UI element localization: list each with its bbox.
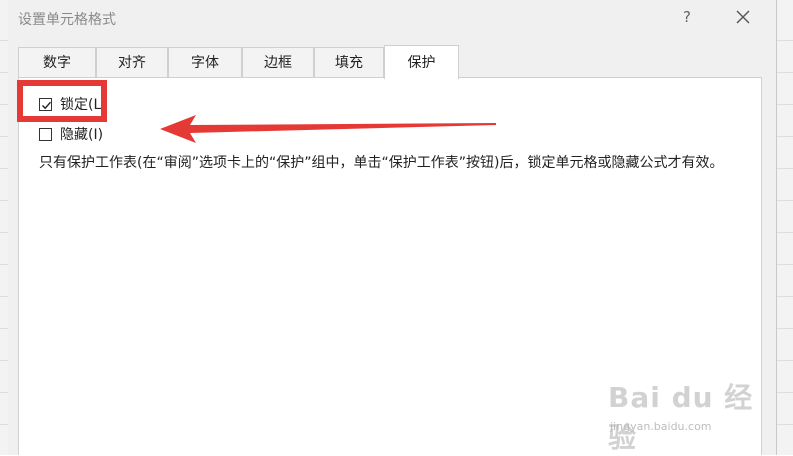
locked-checkbox[interactable]: [39, 97, 52, 111]
tab-protection[interactable]: 保护: [384, 45, 459, 79]
dialog-title: 设置单元格格式: [18, 12, 116, 28]
hidden-label: 隐藏(I): [60, 127, 104, 143]
dialog-titlebar: 设置单元格格式 ?: [8, 0, 776, 36]
locked-label: 锁定(L): [60, 97, 107, 113]
tab-border[interactable]: 边框: [242, 47, 314, 77]
tab-strip: 数字 对齐 字体 边框 填充 保护: [18, 45, 762, 79]
background-sheet-right: [776, 0, 793, 455]
tab-font[interactable]: 字体: [168, 47, 242, 77]
format-cells-dialog: 设置单元格格式 ? 数字 对齐 字体 边框 填充 保护 锁定(L) 隐藏(I) …: [8, 0, 777, 455]
help-button[interactable]: ?: [676, 6, 698, 28]
tab-fill[interactable]: 填充: [314, 47, 384, 77]
tab-alignment[interactable]: 对齐: [96, 47, 168, 77]
locked-option[interactable]: 锁定(L): [39, 94, 107, 114]
close-icon: [736, 10, 750, 24]
protection-info-text: 只有保护工作表(在“审阅”选项卡上的“保护”组中，单击“保护工作表”按钮)后，锁…: [39, 155, 724, 171]
hidden-option[interactable]: 隐藏(I): [39, 124, 103, 144]
tab-number[interactable]: 数字: [18, 47, 96, 77]
hidden-checkbox[interactable]: [39, 127, 52, 141]
protection-panel: 锁定(L) 隐藏(I) 只有保护工作表(在“审阅”选项卡上的“保护”组中，单击“…: [18, 77, 762, 455]
checkmark-icon: [42, 101, 52, 109]
close-button[interactable]: [730, 4, 756, 30]
